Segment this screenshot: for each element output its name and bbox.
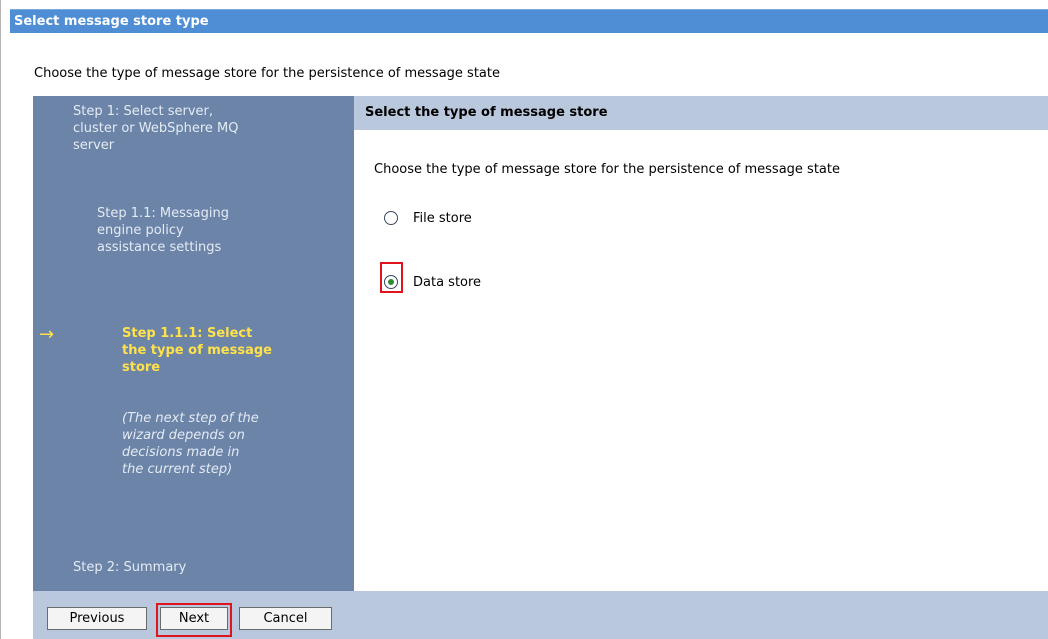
option-file-store[interactable]: File store xyxy=(384,207,472,229)
data-store-label: Data store xyxy=(413,274,482,290)
file-store-radio[interactable] xyxy=(384,211,398,225)
wizard-step-summary: Step 2: Summary xyxy=(73,560,187,575)
wizard-steps-nav: Step 1: Select server, cluster or WebSph… xyxy=(33,96,354,591)
content-panel: Select the type of message store Choose … xyxy=(354,96,1048,591)
button-bar: Previous Next Cancel xyxy=(33,591,1048,639)
wizard-step-policy-settings: Step 1.1: Messaging engine policy assist… xyxy=(97,206,229,255)
window-left-border xyxy=(0,0,1,639)
next-button-highlight xyxy=(156,603,232,637)
wizard-step-select-server: Step 1: Select server, cluster or WebSph… xyxy=(73,104,239,153)
panel-header: Select the type of message store xyxy=(354,96,1048,130)
page-description: Choose the type of message store for the… xyxy=(34,66,500,81)
current-step-arrow-icon: → xyxy=(39,324,55,345)
wizard-step-message-store: Step 1.1.1: Select the type of message s… xyxy=(122,326,272,375)
wizard-step-note: (The next step of the wizard depends on … xyxy=(122,411,259,477)
data-store-highlight xyxy=(380,262,403,293)
cancel-button[interactable]: Cancel xyxy=(239,607,332,630)
previous-button[interactable]: Previous xyxy=(47,607,147,630)
panel-description: Choose the type of message store for the… xyxy=(374,162,840,177)
file-store-label: File store xyxy=(413,210,472,226)
window-title: Select message store type xyxy=(10,9,1048,33)
